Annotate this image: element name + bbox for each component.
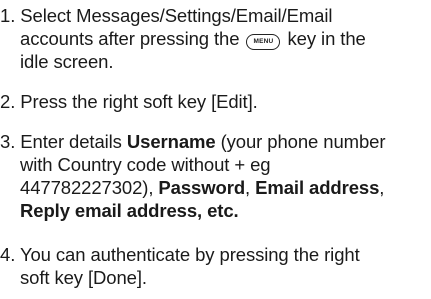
step-3: 3. Enter details Username (your phone nu… [0, 130, 431, 222]
step-4-number: 4. [0, 244, 16, 265]
step-3-line-4: Reply email address, etc. [0, 199, 431, 222]
step-3-text-2: with Country code without + eg [20, 154, 271, 175]
step-1-text-2a: accounts after pressing the [20, 28, 240, 49]
menu-key-icon: MENU [246, 34, 281, 50]
step-4-text-2: soft key [Done]. [20, 267, 147, 288]
step-3-line-3: 447782227302), Password, Email address, [0, 176, 431, 199]
step-3-text-1a: Enter details [20, 131, 122, 152]
step-2-line-1: 2. Press the right soft key [Edit]. [0, 90, 431, 113]
step-3-text-3e: , [379, 177, 385, 198]
step-1-text-2b: key in the [287, 28, 366, 49]
step-2-number: 2. [0, 91, 16, 112]
step-1-line-1: 1. Select Messages/Settings/Email/Email [0, 4, 431, 27]
password-term: Password [158, 177, 246, 198]
step-3-text-3a: 447782227302), [20, 177, 154, 198]
step-3-number: 3. [0, 131, 16, 152]
step-1-line-2: accounts after pressing the MENU key in … [0, 27, 431, 50]
step-1-line-3: idle screen. [0, 50, 431, 73]
step-3-text-1c: (your phone number [220, 131, 386, 152]
step-2: 2. Press the right soft key [Edit]. [0, 90, 431, 113]
instructions-document: 1. Select Messages/Settings/Email/Email … [0, 0, 431, 299]
step-4: 4. You can authenticate by pressing the … [0, 243, 431, 289]
step-1-text-1: Select Messages/Settings/Email/Email [20, 5, 333, 26]
step-3-line-2: with Country code without + eg [0, 153, 431, 176]
username-term: Username [126, 131, 216, 152]
step-2-text-1: Press the right soft key [Edit]. [20, 91, 258, 112]
step-3-line-1: 3. Enter details Username (your phone nu… [0, 130, 431, 153]
step-4-line-1: 4. You can authenticate by pressing the … [0, 243, 431, 266]
step-4-line-2: soft key [Done]. [0, 266, 431, 289]
step-4-text-1: You can authenticate by pressing the rig… [19, 244, 360, 265]
step-1-number: 1. [0, 5, 16, 26]
step-1-text-3: idle screen. [20, 51, 114, 72]
email-address-term: Email address [255, 177, 380, 198]
step-1: 1. Select Messages/Settings/Email/Email … [0, 4, 431, 73]
reply-email-term: Reply email address, etc. [20, 200, 239, 221]
step-3-text-3c: , [245, 177, 251, 198]
